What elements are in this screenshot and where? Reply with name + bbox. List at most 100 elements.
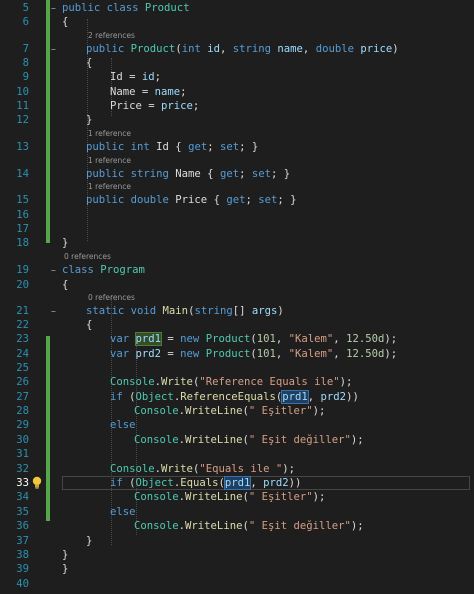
code-token: 101 xyxy=(256,348,276,360)
code-line[interactable]: 11 Price = price; xyxy=(0,100,474,114)
code-token: ; } xyxy=(277,194,297,206)
code-text: public double Price { get; set; } xyxy=(86,194,297,206)
code-line[interactable]: 14 public string Name { get; set; } xyxy=(0,168,474,182)
code-token: Price { xyxy=(175,194,227,206)
code-line[interactable]: 20 { xyxy=(0,279,474,293)
code-line[interactable]: 37} xyxy=(0,535,474,549)
code-token: Product xyxy=(130,43,176,55)
code-token: prd1 xyxy=(223,476,252,490)
code-token: Product xyxy=(205,333,251,345)
code-text: static void Main(string[] args) xyxy=(86,305,284,317)
code-text: var prd1 = new Product(101, "Kalem", 12.… xyxy=(110,332,397,346)
code-line[interactable]: 36 Console.WriteLine(" Eşit değiller"); xyxy=(0,520,474,534)
code-line[interactable]: 16 xyxy=(0,209,474,223)
code-token: { xyxy=(62,279,69,291)
line-number: 32 xyxy=(16,463,29,475)
code-line[interactable]: 23 var prd1 = new Product(101, "Kalem", 1… xyxy=(0,332,474,347)
code-line[interactable]: 39} xyxy=(0,563,474,577)
code-line[interactable]: 26 Console.Write("Reference Equals ile"); xyxy=(0,376,474,390)
collapse-icon[interactable]: − xyxy=(51,307,56,317)
code-token: Id = xyxy=(110,71,142,83)
code-token: var xyxy=(110,348,136,360)
code-text: Console.Write("Reference Equals ile"); xyxy=(110,376,352,388)
code-token: Product xyxy=(144,2,190,14)
code-token: , xyxy=(307,391,321,403)
code-line[interactable]: 28 Console.WriteLine(" Eşitler"); xyxy=(0,405,474,419)
line-number: 38 xyxy=(16,549,29,561)
code-token: )) xyxy=(346,391,359,403)
code-line[interactable]: 32 Console.Write("Equals ile "); xyxy=(0,463,474,477)
code-line[interactable]: 35 else xyxy=(0,506,474,520)
code-text: { xyxy=(86,57,92,69)
code-line[interactable]: 12} xyxy=(0,114,474,128)
codelens-references[interactable]: 0 references xyxy=(88,293,135,302)
code-line[interactable]: 38} xyxy=(0,549,474,563)
code-line[interactable]: 8{ xyxy=(0,57,474,71)
code-line[interactable]: 7 − public Product(int id, string name, do… xyxy=(0,43,474,57)
code-token: ); xyxy=(350,434,364,446)
code-text: public class Product xyxy=(62,2,190,14)
code-line[interactable]: 33 if (Object.Equals(prd1, prd2)) xyxy=(0,476,474,491)
code-line[interactable]: 5 − public class Product xyxy=(0,2,474,16)
code-line[interactable]: 27 if (Object.ReferenceEquals(prd1, prd2)… xyxy=(0,390,474,405)
code-token: public xyxy=(86,43,131,55)
code-line[interactable]: 19 − class Program xyxy=(0,264,474,278)
code-token: { xyxy=(86,57,93,69)
code-token: Console xyxy=(110,463,155,475)
collapse-icon[interactable]: − xyxy=(51,45,56,55)
line-number: 27 xyxy=(16,391,29,403)
code-token: prd2 xyxy=(135,348,162,360)
code-text: { xyxy=(86,319,92,331)
code-line[interactable]: 22 { xyxy=(0,319,474,333)
code-token: } xyxy=(62,563,69,575)
code-token: "Kalem" xyxy=(288,348,334,360)
code-token: ) xyxy=(277,305,284,317)
line-number: 39 xyxy=(16,563,29,575)
code-token: public class xyxy=(62,2,145,14)
line-number: 17 xyxy=(16,223,29,235)
code-line[interactable]: 9 Id = id; xyxy=(0,71,474,85)
codelens-references[interactable]: 0 references xyxy=(64,252,111,261)
collapse-icon[interactable]: − xyxy=(51,4,56,14)
collapse-icon[interactable]: − xyxy=(51,266,56,276)
code-line[interactable]: 25 xyxy=(0,362,474,376)
code-line[interactable]: 18} xyxy=(0,237,474,251)
code-token: } xyxy=(86,114,93,126)
line-number: 36 xyxy=(16,520,29,532)
code-line[interactable]: 10 Name = name; xyxy=(0,86,474,100)
code-token: ; } xyxy=(271,168,291,180)
code-token: )) xyxy=(288,477,302,489)
code-line[interactable]: 17 xyxy=(0,223,474,237)
codelens-references[interactable]: 1 reference xyxy=(88,129,131,138)
code-line[interactable]: 21 − static void Main(string[] args) xyxy=(0,305,474,319)
code-token: prd1 xyxy=(134,332,163,346)
code-token: Write xyxy=(161,376,193,388)
code-token: WriteLine xyxy=(185,491,243,503)
codelens-references[interactable]: 1 reference xyxy=(88,182,131,191)
code-token: Object xyxy=(135,391,174,403)
code-line[interactable]: 34 Console.WriteLine(" Eşitler"); xyxy=(0,491,474,505)
code-line[interactable]: 40 xyxy=(0,578,474,592)
code-token: Console xyxy=(110,376,155,388)
code-token: new xyxy=(180,333,206,345)
line-number: 22 xyxy=(16,319,29,331)
codelens-references[interactable]: 1 reference xyxy=(88,156,131,165)
line-number: 15 xyxy=(16,194,29,206)
code-token: Price = xyxy=(110,100,162,112)
code-line[interactable]: 29 else xyxy=(0,419,474,433)
code-line[interactable]: 30 Console.WriteLine(" Eşit değiller"); xyxy=(0,434,474,448)
code-line[interactable]: 31 xyxy=(0,448,474,462)
codelens-references[interactable]: 2 references xyxy=(88,31,135,40)
code-token: ); xyxy=(350,520,364,532)
line-number: 8 xyxy=(22,57,29,69)
code-editor[interactable]: 5− public class Product 6{2 references 7− pu… xyxy=(0,0,474,594)
code-line[interactable]: 6{ xyxy=(0,16,474,30)
code-token: , xyxy=(333,333,347,345)
code-token: prd2 xyxy=(320,391,347,403)
code-line[interactable]: 15 public double Price { get; set; } xyxy=(0,194,474,208)
code-text: Console.Write("Equals ile "); xyxy=(110,463,295,475)
code-token: Program xyxy=(100,264,145,276)
code-line[interactable]: 24 var prd2 = new Product(101, "Kalem", 1… xyxy=(0,348,474,362)
code-line[interactable]: 13 public int Id { get; set; } xyxy=(0,141,474,155)
line-number: 12 xyxy=(16,114,29,126)
